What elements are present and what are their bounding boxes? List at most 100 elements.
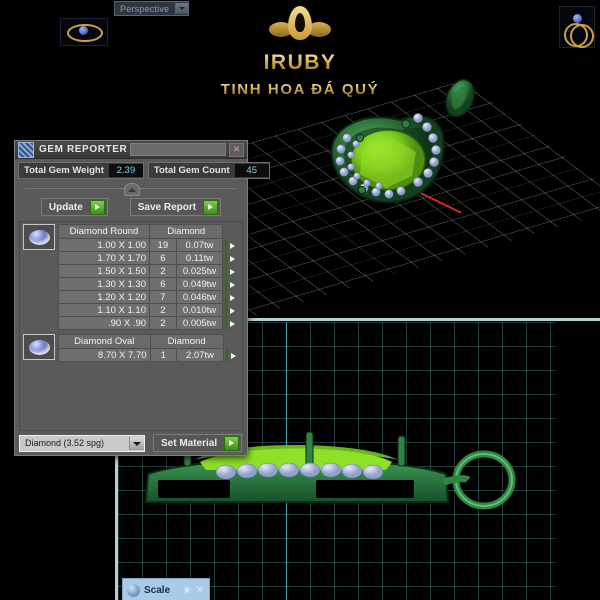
cell-action [223, 238, 240, 252]
cell-size: 1.70 X 1.70 [57, 251, 151, 265]
gem-oval-table: Diamond Oval Diamond 8.70 X 7.70 1 2.07t… [58, 334, 240, 362]
cell-size: 1.10 X 1.10 [57, 303, 151, 317]
cell-size: 8.70 X 7.70 [58, 348, 151, 362]
viewport-label-perspective[interactable]: Perspective [114, 1, 190, 16]
jewelry-cad-app: Perspective IRUBY TINH HOA ĐÁ QUÝ GEM RE… [0, 0, 600, 600]
material-select[interactable]: Diamond (3.52 spg) [19, 434, 145, 452]
flame-gem-logo [269, 6, 331, 50]
green-arrow-icon[interactable] [89, 199, 105, 215]
green-arrow-icon[interactable] [225, 251, 228, 265]
scale-panel-title: Scale [144, 584, 171, 596]
gem-group-oval: Diamond Oval Diamond 8.70 X 7.70 1 2.07t… [22, 334, 240, 362]
table-row[interactable]: 1.50 X 1.50 2 0.025tw [57, 264, 240, 278]
chevron-down-icon[interactable] [175, 3, 189, 14]
gem-round-table: Diamond Round Diamond 1.00 X 1.00 19 0.0… [57, 224, 240, 330]
cell-action [223, 251, 240, 265]
close-icon[interactable]: ✕ [196, 585, 209, 596]
cell-qty: 1 [149, 348, 178, 362]
gem-tables-container[interactable]: Diamond Round Diamond 1.00 X 1.00 19 0.0… [19, 221, 243, 431]
cell-size: 1.20 X 1.20 [57, 290, 151, 304]
total-gem-weight-label: Total Gem Weight [24, 165, 104, 176]
ring-thumbnail-top-left[interactable] [60, 18, 108, 46]
green-arrow-icon[interactable] [225, 264, 228, 278]
brand-name: IRUBY [0, 51, 600, 75]
green-arrow-icon[interactable] [225, 316, 228, 330]
cell-weight: 0.010tw [175, 303, 224, 317]
gem-reporter-panel[interactable]: GEM REPORTER ✕ Total Gem Weight 2.39 Tot… [14, 140, 270, 456]
cell-weight: 0.025tw [175, 264, 224, 278]
gem-oval-icon[interactable] [23, 334, 55, 360]
close-icon[interactable]: ✕ [229, 142, 244, 157]
green-arrow-icon[interactable] [225, 348, 228, 362]
cell-size: .90 X .90 [57, 316, 151, 330]
table-row[interactable]: 1.30 X 1.30 6 0.049tw [57, 277, 240, 291]
totals-row: Total Gem Weight 2.39 Total Gem Count 45 [15, 159, 270, 179]
gem-round-icon[interactable] [23, 224, 55, 250]
cell-qty: 19 [149, 238, 177, 252]
cell-size: 1.30 X 1.30 [57, 277, 151, 291]
cell-weight: 0.049tw [175, 277, 224, 291]
total-gem-count-field: Total Gem Count 45 [147, 162, 270, 179]
header-actions [223, 335, 239, 349]
save-report-button-label: Save Report [137, 201, 197, 213]
total-gem-count-value: 45 [234, 164, 269, 177]
table-row[interactable]: 1.70 X 1.70 6 0.11tw [57, 251, 240, 265]
green-arrow-icon[interactable] [225, 290, 228, 304]
cell-action [223, 290, 240, 304]
header-actions [223, 225, 240, 239]
panel-footer: Diamond (3.52 spg) Set Material [15, 431, 247, 455]
pendant-model-perspective [330, 78, 475, 204]
green-arrow-icon[interactable] [225, 277, 228, 291]
gem-group-round: Diamond Round Diamond 1.00 X 1.00 19 0.0… [22, 224, 240, 330]
set-material-button-label: Set Material [161, 437, 218, 449]
gem-panel-icon [18, 141, 34, 158]
header-material: Diamond [149, 334, 224, 349]
gem-reporter-titlebar[interactable]: GEM REPORTER ✕ [15, 141, 247, 159]
cell-size: 1.50 X 1.50 [57, 264, 151, 278]
green-arrow-icon[interactable] [203, 199, 219, 215]
total-gem-count-label: Total Gem Count [153, 165, 230, 176]
cell-weight: 0.07tw [175, 238, 224, 252]
table-row[interactable]: 1.00 X 1.00 19 0.07tw [57, 238, 240, 252]
table-header-row: Diamond Oval Diamond [58, 334, 240, 349]
cell-qty: 7 [149, 290, 177, 304]
gem-reporter-title: GEM REPORTER [39, 144, 128, 155]
green-arrow-icon[interactable] [225, 238, 228, 252]
update-button-label: Update [48, 201, 83, 213]
cell-weight: 0.005tw [175, 316, 224, 330]
viewport-label-text: Perspective [120, 3, 170, 14]
cell-qty: 6 [149, 277, 177, 291]
cell-action [223, 277, 240, 291]
cell-qty: 2 [149, 264, 177, 278]
cell-action [223, 348, 239, 362]
cell-action [223, 316, 240, 330]
cell-action [223, 264, 240, 278]
ring-thumbnail-top-right[interactable] [559, 6, 595, 48]
cell-action [223, 303, 240, 317]
update-button[interactable]: Update [40, 198, 108, 216]
table-row[interactable]: 1.20 X 1.20 7 0.046tw [57, 290, 240, 304]
table-row[interactable]: 8.70 X 7.70 1 2.07tw [58, 348, 240, 362]
cell-weight: 0.046tw [175, 290, 224, 304]
scale-icon [127, 583, 140, 597]
header-shape: Diamond Oval [58, 334, 151, 349]
cell-qty: 2 [149, 316, 177, 330]
panel-collapse-row[interactable] [25, 182, 237, 196]
total-gem-weight-value: 2.39 [108, 164, 143, 177]
titlebar-drag-area[interactable] [130, 143, 226, 156]
table-row[interactable]: .90 X .90 2 0.005tw [57, 316, 240, 330]
chevron-down-icon[interactable] [129, 436, 144, 450]
save-report-button[interactable]: Save Report [129, 198, 222, 216]
total-gem-weight-field: Total Gem Weight 2.39 [18, 162, 144, 179]
cell-qty: 2 [149, 303, 177, 317]
gear-icon[interactable]: ✳ [182, 584, 195, 597]
green-arrow-icon[interactable] [224, 435, 240, 451]
collapse-grip-icon[interactable] [124, 183, 140, 196]
set-material-button[interactable]: Set Material [153, 434, 243, 452]
table-row[interactable]: 1.10 X 1.10 2 0.010tw [57, 303, 240, 317]
green-arrow-icon[interactable] [225, 303, 228, 317]
table-header-row: Diamond Round Diamond [57, 224, 240, 239]
header-shape: Diamond Round [57, 224, 151, 239]
scale-panel[interactable]: Scale ✳ ✕ [122, 578, 210, 600]
header-material: Diamond [149, 224, 224, 239]
